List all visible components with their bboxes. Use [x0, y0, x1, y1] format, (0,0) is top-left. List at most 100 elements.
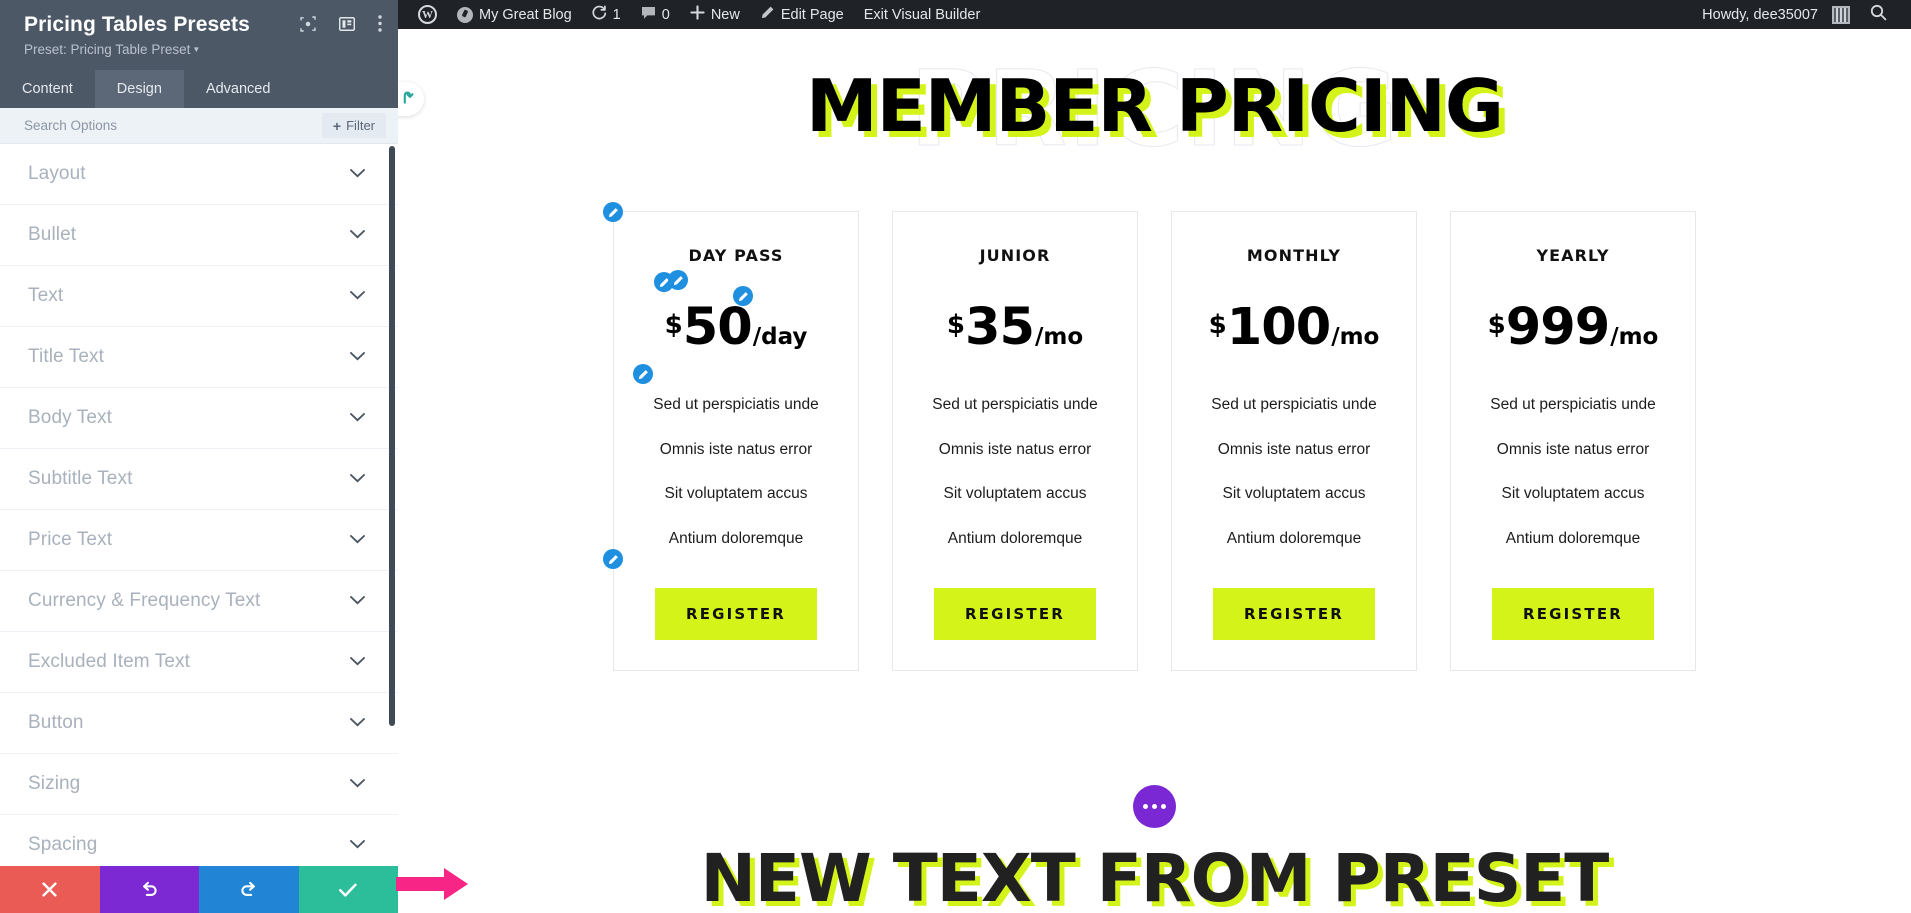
edit-badge-features-icon[interactable] [633, 364, 653, 384]
price-frequency: /mo [1331, 324, 1380, 350]
option-label: Spacing [28, 834, 98, 855]
edit-page-button[interactable]: Edit Page [750, 0, 854, 29]
edit-badge-price-icon[interactable] [668, 270, 688, 290]
option-row-layout[interactable]: Layout [0, 144, 398, 205]
option-row-body-text[interactable]: Body Text [0, 388, 398, 449]
option-row-bullet[interactable]: Bullet [0, 205, 398, 266]
option-row-price-text[interactable]: Price Text [0, 510, 398, 571]
option-row-excluded-item-text[interactable]: Excluded Item Text [0, 632, 398, 693]
option-row-sizing[interactable]: Sizing [0, 754, 398, 815]
admin-bar-left: W My Great Blog 1 0 New Edit Page Exit V… [398, 0, 990, 29]
pricing-card-features: Sed ut perspiciatis unde Omnis iste natu… [632, 397, 840, 546]
edit-page-label: Edit Page [780, 6, 844, 23]
pricing-card-day-pass[interactable]: DAY PASS $ 50 /day Sed ut perspiciatis u… [603, 202, 859, 671]
price-amount: 35 [964, 298, 1035, 357]
list-item: Sed ut perspiciatis unde [653, 396, 819, 413]
preset-label: Preset: Pricing Table Preset [24, 42, 191, 57]
panel-scrollbar[interactable] [389, 146, 395, 726]
updates-button[interactable]: 1 [582, 0, 631, 29]
pointer-arrow-icon [392, 866, 468, 907]
list-item: Sit voluptatem accus [1222, 485, 1366, 502]
list-item: Omnis iste natus error [1217, 440, 1371, 458]
pricing-card-features: Sed ut perspiciatis unde Omnis iste natu… [911, 397, 1119, 546]
edit-badge-button-icon[interactable] [603, 549, 623, 569]
pricing-card-yearly[interactable]: YEARLY $ 999 /mo Sed ut perspiciatis und… [1450, 211, 1696, 671]
focus-target-icon[interactable] [300, 15, 316, 32]
option-row-spacing[interactable]: Spacing [0, 815, 398, 866]
search-input[interactable] [24, 118, 322, 133]
hero-section: PRICING MEMBER PRICING [398, 54, 1911, 179]
bottom-section: NEW TEXT FROM PRESET [398, 784, 1911, 913]
register-button[interactable]: REGISTER [1212, 588, 1376, 640]
edit-badge-module-icon[interactable] [603, 202, 623, 222]
chevron-down-icon [350, 592, 365, 610]
more-vertical-icon[interactable] [378, 15, 382, 32]
register-button[interactable]: REGISTER [933, 588, 1097, 640]
list-item: Sed ut perspiciatis unde [1211, 396, 1377, 413]
comments-button[interactable]: 0 [631, 0, 680, 29]
price-frequency: /day [752, 324, 808, 350]
option-label: Body Text [28, 407, 112, 428]
wp-admin-bar: W My Great Blog 1 0 New Edit Page Exit V… [398, 0, 1911, 29]
option-row-subtitle-text[interactable]: Subtitle Text [0, 449, 398, 510]
redo-button[interactable] [199, 866, 299, 913]
register-button[interactable]: REGISTER [1491, 588, 1655, 640]
search-icon [1870, 4, 1887, 25]
option-row-title-text[interactable]: Title Text [0, 327, 398, 388]
site-name-button[interactable]: My Great Blog [447, 0, 582, 29]
pricing-card-features: Sed ut perspiciatis unde Omnis iste natu… [1190, 397, 1398, 546]
design-options-list: Layout Bullet Text Title Text Body Text … [0, 144, 398, 866]
avatar [1832, 5, 1850, 24]
pricing-card-title: MONTHLY [1246, 246, 1342, 265]
wordpress-icon: W [418, 5, 437, 24]
discard-button[interactable] [0, 866, 100, 913]
chevron-down-icon [350, 836, 365, 854]
list-item: Omnis iste natus error [938, 440, 1092, 458]
wordpress-logo-button[interactable]: W [408, 0, 447, 29]
option-label: Price Text [28, 529, 113, 550]
settings-tabs: Content Design Advanced [0, 70, 398, 108]
register-button[interactable]: REGISTER [654, 588, 818, 640]
pricing-card-monthly[interactable]: MONTHLY $ 100 /mo Sed ut perspiciatis un… [1171, 211, 1417, 671]
hero-title: MEMBER PRICING [805, 64, 1504, 148]
preset-selector[interactable]: Preset: Pricing Table Preset ▼ [24, 40, 374, 60]
new-content-label: New [710, 6, 740, 23]
option-row-currency-frequency-text[interactable]: Currency & Frequency Text [0, 571, 398, 632]
tab-content[interactable]: Content [0, 70, 95, 108]
pricing-card-price: $ 100 /mo [1209, 302, 1380, 353]
search-options-bar: + Filter [0, 108, 398, 144]
add-section-button[interactable] [1133, 784, 1176, 828]
more-horizontal-icon [1143, 803, 1148, 809]
option-row-text[interactable]: Text [0, 266, 398, 327]
chevron-down-icon: ▼ [192, 45, 201, 54]
chevron-down-icon [350, 653, 365, 671]
list-item: Antium doloremque [1505, 529, 1641, 547]
edit-badge-frequency-icon[interactable] [733, 286, 753, 306]
exit-visual-builder-button[interactable]: Exit Visual Builder [854, 0, 991, 29]
list-item: Omnis iste natus error [659, 440, 813, 458]
more-horizontal-icon-dot [1152, 803, 1157, 809]
pricing-card-junior[interactable]: JUNIOR $ 35 /mo Sed ut perspiciatis unde… [892, 211, 1138, 671]
undo-button[interactable] [99, 866, 199, 913]
howdy-label: Howdy, dee35007 [1702, 6, 1818, 23]
page-canvas: PRICING MEMBER PRICING DAY PASS $ 50 /da… [398, 29, 1911, 913]
user-account-button[interactable]: Howdy, dee35007 [1692, 0, 1860, 29]
new-content-button[interactable]: New [680, 0, 750, 29]
admin-bar-search-button[interactable] [1860, 0, 1897, 29]
tab-advanced[interactable]: Advanced [184, 70, 293, 108]
filter-button-label: Filter [346, 118, 375, 133]
list-item: Sed ut perspiciatis unde [932, 396, 1098, 413]
pricing-card-price: $ 50 /day [665, 302, 808, 353]
plus-icon: + [332, 117, 342, 134]
comment-icon [641, 6, 656, 24]
save-button[interactable] [298, 866, 398, 913]
panel-layout-icon[interactable] [339, 16, 355, 31]
price-amount: 999 [1505, 298, 1610, 357]
option-label: Sizing [28, 773, 81, 794]
visual-builder-screen: Pricing Tables Presets Preset: Pricing T… [0, 0, 1911, 913]
tab-design[interactable]: Design [94, 70, 184, 108]
chevron-down-icon [350, 287, 365, 305]
filter-button[interactable]: + Filter [321, 113, 386, 138]
option-row-button[interactable]: Button [0, 693, 398, 754]
option-label: Title Text [28, 346, 104, 367]
